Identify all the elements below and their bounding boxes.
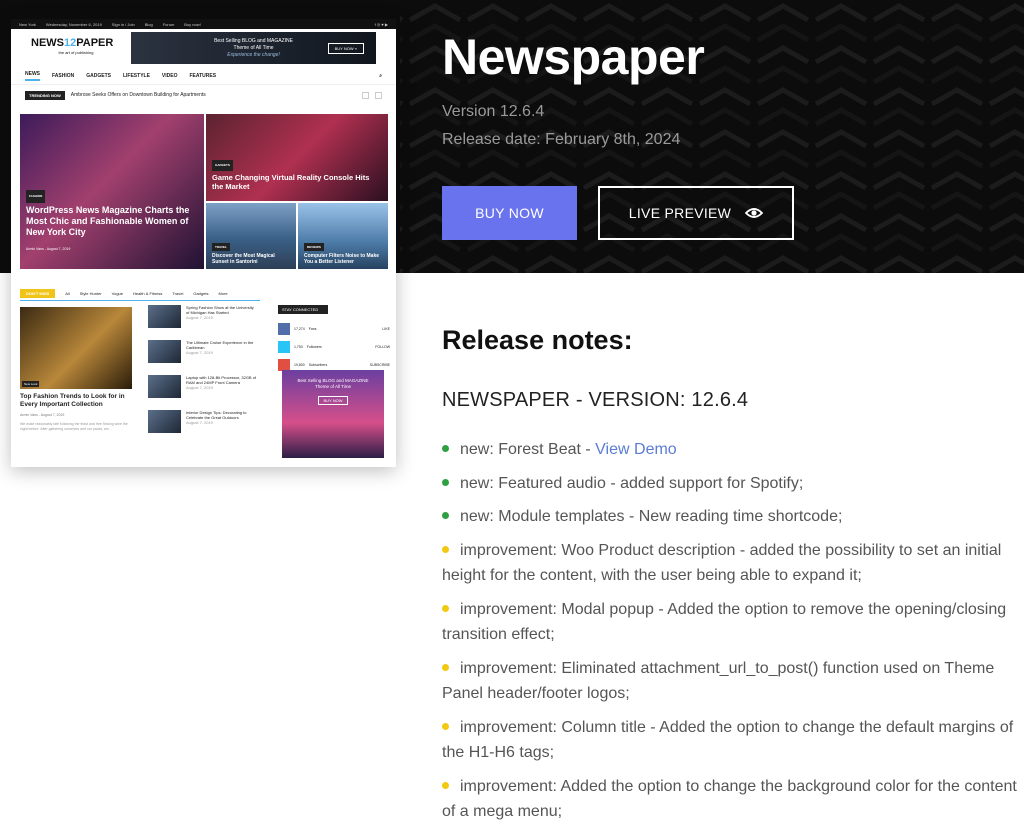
- big-article: Top Fashion Trends to Look for in Every …: [20, 393, 128, 431]
- list-item: improvement: Woo Product description - a…: [442, 541, 1002, 584]
- preview-link: Blog: [144, 21, 153, 27]
- bullet-icon: [442, 781, 449, 789]
- product-title: Newspaper: [442, 29, 705, 85]
- big-article-image: New Look: [20, 307, 132, 389]
- social-row: 17,274 Fans LIKE: [278, 320, 390, 338]
- bullet-icon: [442, 545, 449, 553]
- hero-actions: BUY NOW LIVE PREVIEW: [442, 186, 794, 240]
- prev-arrow-icon: [362, 91, 369, 99]
- preview-link: Sign in / Join: [111, 21, 135, 27]
- list-item: improvement: Column title - Added the op…: [442, 718, 1014, 761]
- preview-nav-item: FEATURES: [189, 72, 217, 79]
- list-item: improvement: Modal popup - Added the opt…: [442, 600, 1007, 643]
- release-notes-heading: Release notes:: [442, 325, 633, 355]
- stay-connected: STAY CONNECTED 17,274 Fans LIKE 1,753 Follo…: [278, 305, 390, 374]
- preview-trending: TRENDING NOW Ambrose Seeks Offers on Dow…: [11, 85, 396, 105]
- featured-listener: REVIEWS Computer Filters Noise to Make Y…: [298, 203, 388, 269]
- version-heading: NEWSPAPER - VERSION: 12.6.4: [442, 389, 749, 411]
- bullet-icon: [442, 722, 449, 730]
- featured-vr-title: Game Changing Virtual Reality Console Hi…: [212, 173, 370, 191]
- buy-now-button[interactable]: BUY NOW: [442, 186, 577, 240]
- trending-text: Ambrose Seeks Offers on Downtown Buildin…: [70, 92, 206, 98]
- preview-lower-section: DON'T MISS All Style Hunter Vogue Health…: [20, 289, 390, 464]
- preview-nav-item: NEWS: [25, 71, 40, 81]
- featured-main-title: WordPress News Magazine Charts the Most …: [26, 205, 190, 237]
- preview-link: Forum: [162, 21, 175, 27]
- preview-featured-grid: FASHION WordPress News Magazine Charts t…: [20, 114, 388, 269]
- featured-santorini: TRAVEL Discover the Most Magical Sunset …: [206, 203, 296, 269]
- list-item: improvement: Added the option to change …: [442, 777, 1017, 820]
- bullet-icon: [442, 478, 449, 486]
- preview-ad-button: BUY NOW »: [327, 43, 364, 54]
- eye-icon: [745, 208, 764, 218]
- next-arrow-icon: [375, 91, 382, 99]
- release-notes: Release notes: NEWSPAPER - VERSION: 12.6…: [442, 324, 1022, 833]
- live-preview-label: LIVE PREVIEW: [628, 205, 732, 221]
- page: Newspaper Version 12.6.4 Release date: F…: [0, 0, 1024, 835]
- preview-nav-item: GADGETS: [86, 72, 111, 79]
- bullet-icon: [442, 663, 449, 671]
- bullet-icon: [442, 512, 449, 519]
- view-demo-link[interactable]: View Demo: [595, 441, 677, 458]
- list-item: new: Module templates - New reading time…: [442, 504, 1022, 530]
- trending-tag: TRENDING NOW: [25, 90, 65, 100]
- live-preview-button[interactable]: LIVE PREVIEW: [598, 186, 794, 240]
- preview-topbar: New York Wednesday, November 6, 2019 Sig…: [11, 19, 396, 29]
- search-icon: ⌕: [379, 72, 382, 79]
- list-item: Laptop with 128-Bit Processor, 32GB of R…: [148, 375, 258, 408]
- social-row: 1,753 Followers FOLLOW: [278, 338, 390, 356]
- list-item: The Ultimate Cruise Experience in the Ca…: [148, 340, 258, 373]
- preview-link: Buy now!: [184, 21, 201, 27]
- preview-date: Wednesday, November 6, 2019: [45, 21, 102, 27]
- preview-nav: NEWS FASHION GADGETS LIFESTYLE VIDEO FEA…: [11, 67, 396, 85]
- theme-preview-image[interactable]: New York Wednesday, November 6, 2019 Sig…: [11, 19, 396, 467]
- release-date-text: Release date: February 8th, 2024: [442, 131, 681, 148]
- list-item: Interior Design Tips: Decorating to Cele…: [148, 410, 258, 443]
- small-articles: Spring Fashion Show at the University of…: [148, 305, 258, 445]
- list-item: new: Featured audio - added support for …: [442, 471, 1022, 497]
- facebook-icon: [278, 323, 290, 335]
- side-ad-banner: Best Selling BLOG and MAGAZINE Theme of …: [282, 370, 384, 458]
- version-text: Version 12.6.4: [442, 103, 545, 120]
- preview-logo: NEWS12PAPER the art of publishing: [31, 38, 131, 58]
- preview-ad-banner: Best Selling BLOG and MAGAZINE Theme of …: [131, 32, 376, 64]
- featured-main: FASHION WordPress News Magazine Charts t…: [20, 114, 204, 269]
- preview-location: New York: [19, 21, 36, 27]
- list-item: Spring Fashion Show at the University of…: [148, 305, 258, 338]
- featured-vr: GADGETS Game Changing Virtual Reality Co…: [206, 114, 388, 201]
- hero-info: Newspaper Version 12.6.4 Release date: F…: [442, 28, 705, 154]
- bullet-icon: [442, 604, 449, 612]
- list-item: improvement: Eliminated attachment_url_t…: [442, 659, 995, 702]
- release-notes-list: new: Forest Beat - View Demo new: Featur…: [442, 437, 1022, 825]
- list-item: new: Forest Beat - View Demo: [442, 437, 1022, 463]
- preview-nav-item: VIDEO: [161, 72, 178, 79]
- preview-nav-item: LIFESTYLE: [122, 72, 150, 79]
- social-icons: f ◎ ♥ ▶: [374, 21, 388, 27]
- preview-header: NEWS12PAPER the art of publishing Best S…: [11, 29, 396, 67]
- twitter-icon: [278, 341, 290, 353]
- preview-nav-item: FASHION: [52, 72, 75, 79]
- bullet-icon: [442, 445, 449, 452]
- preview-tabs: DON'T MISS All Style Hunter Vogue Health…: [20, 289, 260, 301]
- preview-logo-tagline: the art of publishing: [58, 50, 94, 55]
